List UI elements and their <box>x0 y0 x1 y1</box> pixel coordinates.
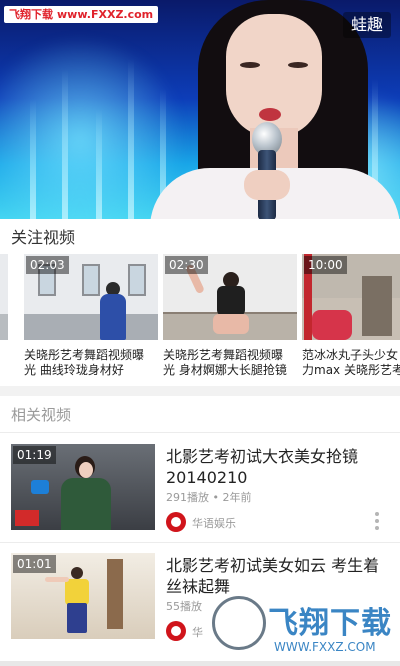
follow-video-carousel[interactable]: 02:03 关晓彤艺考舞蹈视频曝 光 曲线玲珑身材好 02:30 关晓彤艺考舞蹈… <box>0 254 400 384</box>
divider <box>0 661 400 666</box>
watermark-small-text: WWW.FXXZ.COM <box>274 640 376 654</box>
singer-eye <box>240 62 260 68</box>
bottom-watermark: 飞翔下载 WWW.FXXZ.COM <box>210 594 400 666</box>
divider <box>0 432 400 433</box>
thumb-door <box>362 276 392 336</box>
dancer-top <box>65 579 89 605</box>
dancer-legs <box>213 314 249 334</box>
video-card-title-line: 力max 关晓彤艺考 <box>302 363 400 377</box>
dancer-arm <box>45 577 69 582</box>
related-video-title: 北影艺考初试美女如云 考生着 丝袜起舞 <box>166 555 392 597</box>
watermark-url: www.FXXZ.com <box>57 8 154 21</box>
dancer-body <box>217 286 245 316</box>
play-count-meta: 291播放 • 2年前 <box>166 491 252 504</box>
top-watermark: 飞翔下载 www.FXXZ.com <box>4 6 159 23</box>
section-divider <box>0 386 400 396</box>
related-video-title: 北影艺考初试大衣美女抢镜 20140210 <box>166 446 392 488</box>
watermark-site-name: 飞翔下载 <box>9 8 53 21</box>
video-player[interactable]: 飞翔下载 www.FXXZ.com 蛙趣 <box>0 0 400 219</box>
duration-badge: 01:19 <box>13 446 56 464</box>
duration-badge: 02:03 <box>26 256 69 274</box>
related-video-title-line: 北影艺考初试美女如云 考生着 <box>166 556 380 575</box>
duration-badge: 01:01 <box>13 555 56 573</box>
related-video-title-line: 北影艺考初试大衣美女抢镜 <box>166 447 359 466</box>
singer-hand <box>244 170 290 200</box>
video-card[interactable]: 02:03 关晓彤艺考舞蹈视频曝 光 曲线玲珑身材好 <box>24 254 158 378</box>
section-title-related: 相关视频 <box>11 406 72 424</box>
section-title-follow: 关注视频 <box>11 228 76 247</box>
thumb-window <box>128 264 146 296</box>
duration-badge: 02:30 <box>165 256 208 274</box>
singer-eye <box>288 62 308 68</box>
video-thumbnail <box>0 254 8 340</box>
video-card-title: 关晓彤艺考舞蹈视频曝 光 曲线玲珑身材好 <box>24 348 158 378</box>
video-card-title: 关晓彤艺考舞蹈视频曝 光 身材婀娜大长腿抢镜 <box>163 348 297 378</box>
brand-badge: 蛙趣 <box>342 12 391 38</box>
thumb-tree <box>107 559 123 629</box>
person-coat <box>61 478 111 530</box>
watermark-big-text: 飞翔下载 <box>268 606 392 641</box>
video-card[interactable]: 02:30 关晓彤艺考舞蹈视频曝 光 身材婀娜大长腿抢镜 <box>163 254 297 378</box>
person-face <box>79 462 93 478</box>
author-name[interactable]: 华语娱乐 <box>192 515 236 531</box>
author-name[interactable]: 华 <box>192 624 203 640</box>
thumb-floor <box>24 314 158 340</box>
dancer-body <box>100 294 126 340</box>
light-streak <box>128 59 134 219</box>
author-avatar[interactable] <box>166 512 186 532</box>
watermark-logo-icon <box>212 596 266 650</box>
related-video-title-line: 20140210 <box>166 468 248 487</box>
video-card-title-line: 光 身材婀娜大长腿抢镜 <box>163 363 287 377</box>
author-avatar[interactable] <box>166 621 186 641</box>
app-screen: 飞翔下载 www.FXXZ.com 蛙趣 关注视频 02:03 关晓彤艺考舞蹈视… <box>0 0 400 666</box>
video-card-title-line: 关晓彤艺考舞蹈视频曝 <box>24 348 145 362</box>
video-card-title-line: 关晓彤艺考舞蹈视频曝 <box>163 348 284 362</box>
thumb-window <box>82 264 100 296</box>
thumb-sticker <box>31 480 49 494</box>
light-streak <box>96 109 102 219</box>
video-card-title: 范冰冰丸子头少女 力max 关晓彤艺考 <box>302 348 400 378</box>
more-options-icon[interactable] <box>372 512 382 532</box>
related-video-item[interactable]: 01:19 北影艺考初试大衣美女抢镜 20140210 291播放 • 2年前 … <box>0 444 400 552</box>
thumb-logo <box>15 510 39 526</box>
video-card-title-line: 范冰冰丸子头少女 <box>302 348 399 362</box>
light-streak <box>62 69 68 219</box>
video-card-partial[interactable] <box>0 254 8 340</box>
singer-mouth <box>259 108 281 121</box>
video-card[interactable]: 10:00 范冰冰丸子头少女 力max 关晓彤艺考 <box>302 254 400 378</box>
thumb-wall <box>0 254 8 314</box>
divider <box>0 542 400 543</box>
thumb-flowers <box>312 310 352 340</box>
video-card-title-line: 光 曲线玲珑身材好 <box>24 363 124 377</box>
duration-badge: 10:00 <box>304 256 347 274</box>
dancer-head <box>71 567 83 579</box>
light-streak <box>30 99 36 219</box>
thumb-floor <box>0 314 8 340</box>
dancer-skirt <box>67 603 87 633</box>
play-count-meta: 55播放 <box>166 600 202 613</box>
